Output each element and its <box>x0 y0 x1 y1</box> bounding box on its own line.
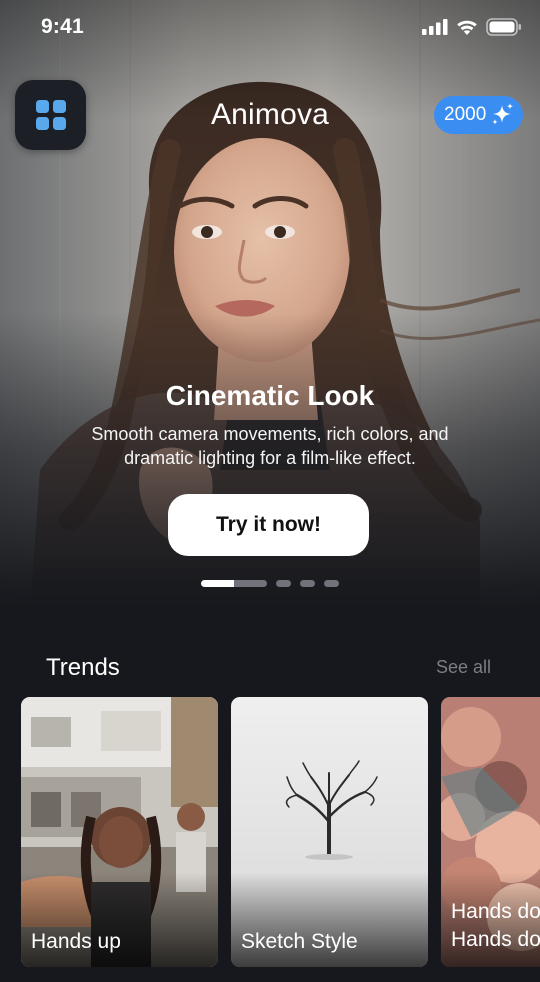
carousel-dot[interactable] <box>300 580 315 587</box>
carousel-dot[interactable] <box>324 580 339 587</box>
try-it-now-button[interactable]: Try it now! <box>168 494 369 556</box>
carousel-dot-active[interactable] <box>201 580 267 587</box>
status-time: 9:41 <box>41 15 84 38</box>
credits-badge[interactable]: 2000 <box>434 96 523 134</box>
signal-icon <box>422 19 448 35</box>
carousel-dot[interactable] <box>276 580 291 587</box>
hero-subtitle: Smooth camera movements, rich colors, an… <box>91 424 449 468</box>
credits-count: 2000 <box>444 104 487 125</box>
sparkle-icon <box>492 103 514 125</box>
trend-card-label: Hands up <box>31 930 121 953</box>
hero-title: Cinematic Look <box>165 380 375 411</box>
trend-card-hands-up[interactable]: Hands up <box>21 697 218 967</box>
trend-card-label: Hands do Hands do <box>451 898 540 954</box>
trend-card-label-line: Hands do <box>451 900 540 923</box>
trend-card-label-line: Hands do <box>451 928 540 951</box>
status-bar: 9:41 <box>0 0 540 56</box>
battery-icon <box>486 18 521 36</box>
trend-card-sketch-style[interactable]: Sketch Style <box>231 697 428 967</box>
trend-card-hands-do[interactable]: Hands do Hands do <box>441 697 540 967</box>
status-icons <box>422 18 522 36</box>
app-screen: Cinematic Look Smooth camera movements, … <box>0 0 540 982</box>
carousel-page-indicator[interactable] <box>201 580 339 587</box>
wifi-icon <box>457 20 477 35</box>
see-all-link[interactable]: See all <box>436 657 491 678</box>
trend-card-label: Sketch Style <box>241 930 358 953</box>
trends-section-title: Trends <box>46 654 120 681</box>
